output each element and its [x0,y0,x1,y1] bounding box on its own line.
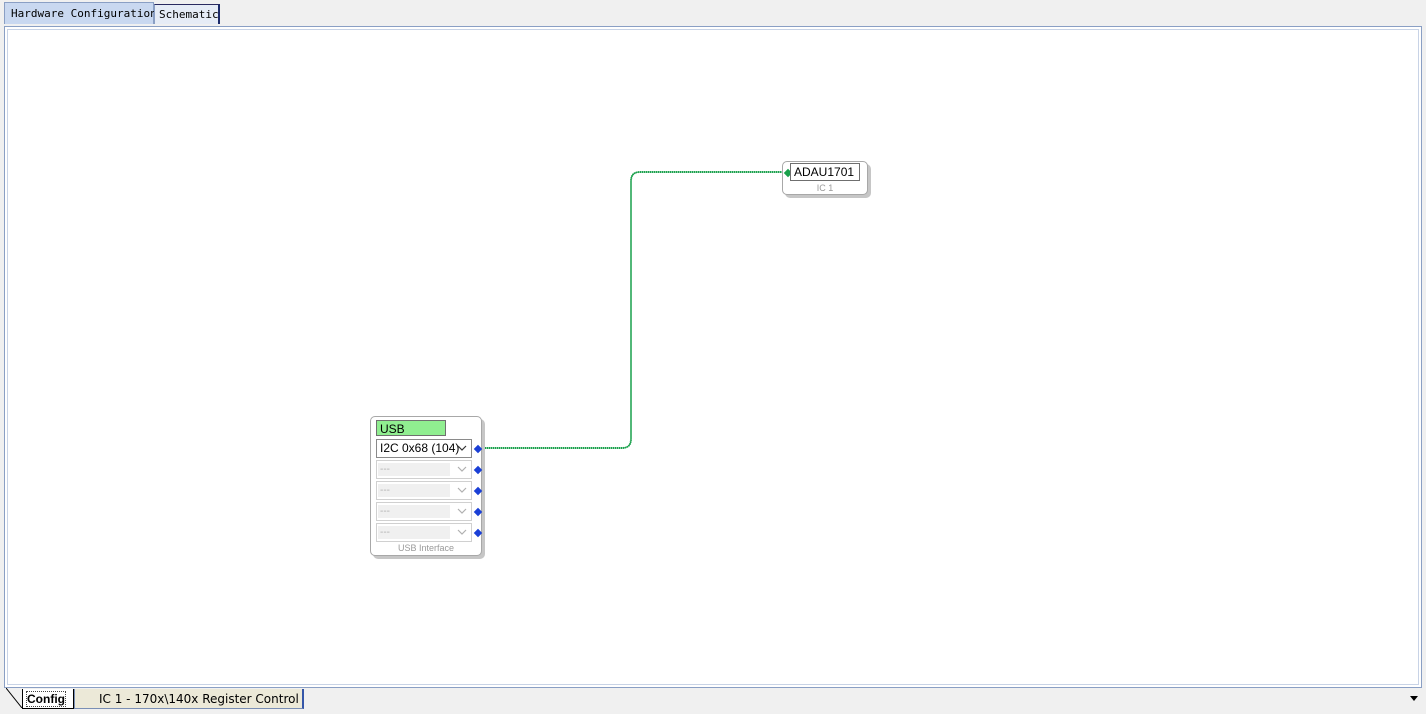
chevron-down-icon [457,487,467,493]
usb-channel-5-port[interactable] [473,528,483,538]
tab-config[interactable]: Config [22,689,74,709]
chevron-down-icon [457,508,467,514]
ic1-block[interactable]: ADAU1701 IC 1 [782,161,868,195]
usb-channel-4-select[interactable]: --- [376,502,472,521]
usb-channel-2-select[interactable]: --- [376,460,472,479]
tab-slant-decoration [6,688,22,708]
usb-interface-block[interactable]: USB I2C 0x68 (104) --- --- --- --- USB I… [370,416,483,556]
bottom-tab-bar: Config IC 1 - 170x\140x Register Control [0,688,1426,714]
tab-config-label: Config [26,691,66,707]
tab-schematic[interactable]: Schematic [154,4,220,24]
usb-channel-5-select[interactable]: --- [376,523,472,542]
scroll-down-arrow-icon[interactable] [1410,696,1418,701]
tab-ic1-register-control[interactable]: IC 1 - 170x\140x Register Control [74,689,304,709]
usb-block-caption: USB Interface [397,543,455,553]
hardware-canvas-frame [4,26,1422,688]
hardware-canvas[interactable] [7,29,1419,685]
chevron-down-icon [457,529,467,535]
usb-channel-1-select[interactable]: I2C 0x68 (104) [376,439,472,458]
usb-channel-3-select[interactable]: --- [376,481,472,500]
usb-channel-3-value: --- [380,485,390,496]
chevron-down-icon [457,445,467,451]
usb-channel-4-value: --- [380,506,390,517]
ic1-block-caption: IC 1 [816,183,834,193]
ic1-block-title: ADAU1701 [790,163,860,181]
usb-block-title: USB [376,420,446,436]
usb-channel-5-value: --- [380,527,390,538]
usb-channel-2-port[interactable] [473,465,483,475]
chevron-down-icon [457,466,467,472]
tab-hardware-configuration[interactable]: Hardware Configuration [4,2,157,24]
usb-channel-1-value: I2C 0x68 (104) [380,441,460,455]
usb-channel-1-port[interactable] [473,444,483,454]
top-tab-bar: Hardware Configuration Schematic [0,0,1426,26]
usb-channel-2-value: --- [380,464,390,475]
usb-channel-4-port[interactable] [473,507,483,517]
usb-channel-3-port[interactable] [473,486,483,496]
